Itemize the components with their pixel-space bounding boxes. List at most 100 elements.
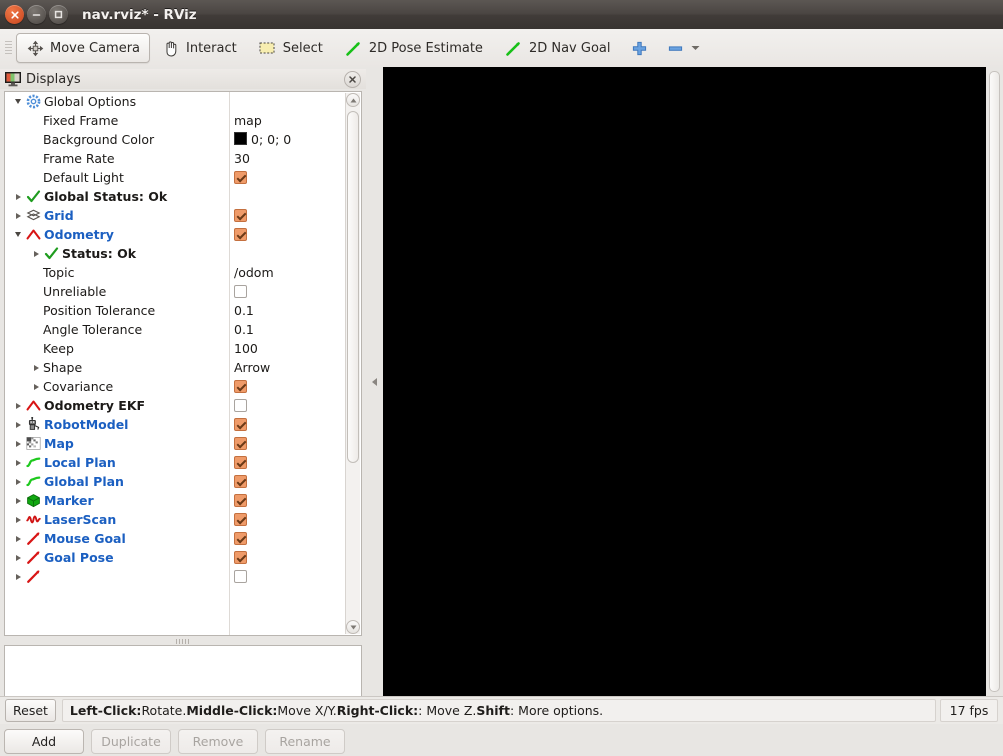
tree-row-label: Frame Rate (43, 149, 115, 168)
tree-row[interactable]: Covariance (5, 377, 347, 396)
duplicate-button: Duplicate (91, 729, 171, 754)
tree-row[interactable]: Unreliable (5, 282, 347, 301)
tree-row-checkbox[interactable] (234, 225, 247, 244)
add-tool-button[interactable] (622, 33, 656, 63)
tree-row-checkbox[interactable] (234, 453, 247, 472)
tree-row[interactable]: Odometry EKF (5, 396, 347, 415)
tree-row-checkbox[interactable] (234, 510, 247, 529)
tree-row[interactable]: LaserScan (5, 510, 347, 529)
expand-arrow-icon[interactable] (13, 529, 23, 548)
tree-row[interactable] (5, 567, 347, 586)
tree-row[interactable]: Map (5, 434, 347, 453)
expand-arrow-icon[interactable] (13, 415, 23, 434)
tree-row-checkbox[interactable] (234, 377, 247, 396)
tool-2d-nav-goal[interactable]: 2D Nav Goal (495, 33, 621, 63)
move-camera-icon (26, 39, 44, 57)
tree-row-color-value[interactable]: 0; 0; 0 (234, 130, 291, 149)
tree-row[interactable]: Mouse Goal (5, 529, 347, 548)
left-panel-collapse-handle[interactable] (366, 67, 383, 696)
tree-row[interactable]: Background Color0; 0; 0 (5, 130, 347, 149)
tree-row[interactable]: Angle Tolerance 0.1 (5, 320, 347, 339)
tree-row-checkbox[interactable] (234, 206, 247, 225)
expand-arrow-icon[interactable] (13, 187, 23, 206)
maximize-button[interactable] (49, 5, 68, 24)
expand-arrow-icon[interactable] (13, 206, 23, 225)
tree-row[interactable]: Topic/odom (5, 263, 347, 282)
displays-panel-title: Displays (26, 72, 81, 87)
tree-row-value[interactable]: 0.1 (234, 320, 254, 339)
tree-row[interactable]: Global Options (5, 92, 347, 111)
tree-row-checkbox[interactable] (234, 168, 247, 187)
tree-row[interactable]: Keep100 (5, 339, 347, 358)
tree-row[interactable]: Goal Pose (5, 548, 347, 567)
tree-row[interactable]: Status: Ok (5, 244, 347, 263)
tree-row-checkbox[interactable] (234, 529, 247, 548)
scroll-down-icon[interactable] (346, 620, 360, 634)
expand-arrow-icon[interactable] (31, 377, 41, 396)
tree-row-checkbox[interactable] (234, 434, 247, 453)
hand-icon (162, 39, 180, 57)
tree-row-checkbox[interactable] (234, 548, 247, 567)
panel-splitter-handle[interactable] (4, 637, 362, 645)
tree-row-label: Topic (43, 263, 74, 282)
tree-row-value[interactable]: 30 (234, 149, 250, 168)
3d-render-view[interactable] (383, 67, 986, 696)
tree-row-checkbox[interactable] (234, 491, 247, 510)
tree-row[interactable]: Frame Rate 30 (5, 149, 347, 168)
tool-2d-pose-estimate[interactable]: 2D Pose Estimate (335, 33, 493, 63)
tree-row-value[interactable]: 0.1 (234, 301, 254, 320)
expand-arrow-icon[interactable] (13, 434, 23, 453)
tree-row-label: Covariance (43, 377, 113, 396)
tree-row[interactable]: Fixed Framemap (5, 111, 347, 130)
collapse-arrow-icon[interactable] (13, 92, 23, 111)
tree-row[interactable]: ShapeArrow (5, 358, 347, 377)
tree-scrollbar[interactable] (345, 93, 360, 634)
tree-row-checkbox[interactable] (234, 472, 247, 491)
expand-arrow-icon[interactable] (13, 453, 23, 472)
close-icon[interactable] (344, 71, 361, 88)
tool-select[interactable]: Select (249, 33, 333, 63)
remove-tool-button[interactable] (658, 33, 708, 63)
tree-row[interactable]: Global Status: Ok (5, 187, 347, 206)
tree-row[interactable]: Grid (5, 206, 347, 225)
expand-arrow-icon[interactable] (13, 472, 23, 491)
grid-icon (25, 206, 41, 225)
tree-row[interactable]: Position Tolerance0.1 (5, 301, 347, 320)
tree-row-value[interactable]: 100 (234, 339, 258, 358)
tree-row-value[interactable]: map (234, 111, 262, 130)
tree-row-value[interactable]: /odom (234, 263, 274, 282)
tool-interact[interactable]: Interact (152, 33, 247, 63)
expand-arrow-icon[interactable] (13, 567, 23, 586)
tree-row-label: Angle Tolerance (43, 320, 142, 339)
minimize-button[interactable] (27, 5, 46, 24)
scrollbar-thumb[interactable] (347, 111, 359, 463)
expand-arrow-icon[interactable] (31, 358, 41, 377)
reset-button[interactable]: Reset (5, 699, 56, 722)
tree-row[interactable]: RobotModel (5, 415, 347, 434)
scroll-up-icon[interactable] (346, 93, 360, 107)
right-panel-collapse-handle[interactable] (986, 67, 1003, 696)
tree-row[interactable]: Local Plan (5, 453, 347, 472)
expand-arrow-icon[interactable] (13, 491, 23, 510)
expand-arrow-icon[interactable] (31, 244, 41, 263)
tree-row[interactable]: Odometry (5, 225, 347, 244)
tool-move-camera[interactable]: Move Camera (16, 33, 150, 63)
tree-row-checkbox[interactable] (234, 282, 247, 301)
tree-row-checkbox[interactable] (234, 567, 247, 586)
chevron-down-icon[interactable] (690, 39, 700, 57)
displays-tree[interactable]: Global OptionsFixed FramemapBackground C… (4, 91, 362, 636)
expand-arrow-icon[interactable] (13, 396, 23, 415)
collapse-arrow-icon[interactable] (13, 225, 23, 244)
toolbar-drag-handle[interactable] (3, 37, 13, 59)
close-button[interactable] (5, 5, 24, 24)
tree-row[interactable]: Global Plan (5, 472, 347, 491)
tree-row-checkbox[interactable] (234, 415, 247, 434)
tree-row[interactable]: Default Light (5, 168, 347, 187)
tree-row[interactable]: Marker (5, 491, 347, 510)
tree-row-checkbox[interactable] (234, 396, 247, 415)
expand-arrow-icon[interactable] (13, 510, 23, 529)
tree-row-value[interactable]: Arrow (234, 358, 270, 377)
3d-scene-canvas[interactable] (383, 67, 986, 696)
expand-arrow-icon[interactable] (13, 548, 23, 567)
add-button[interactable]: Add (4, 729, 84, 754)
